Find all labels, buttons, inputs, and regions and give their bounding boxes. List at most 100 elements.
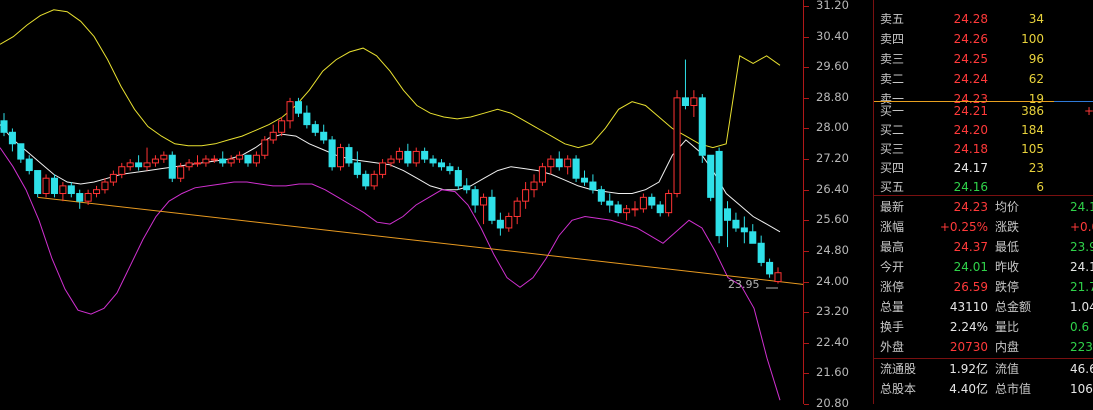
axis-tickmark bbox=[804, 373, 809, 375]
stat-label: 跌停 bbox=[995, 280, 1020, 294]
ask-label: 卖二 bbox=[880, 72, 905, 86]
stat-label: 换手 bbox=[880, 320, 905, 334]
bid-row: 买五 24.16 6 bbox=[874, 177, 1093, 197]
candle-body bbox=[370, 173, 378, 187]
candle-body bbox=[17, 143, 25, 160]
axis-tick-label: 29.60 bbox=[816, 59, 849, 74]
candle-body bbox=[345, 147, 353, 164]
axis-tickmark bbox=[804, 342, 809, 344]
kline-chart[interactable]: 23.95 bbox=[0, 0, 813, 404]
candle-body bbox=[395, 150, 403, 160]
candle-body bbox=[244, 154, 252, 164]
axis-tickmark bbox=[804, 250, 809, 252]
stat-label: 流值 bbox=[995, 362, 1020, 376]
candle-body bbox=[412, 150, 420, 164]
candle-body bbox=[715, 150, 723, 237]
candle-body bbox=[118, 166, 126, 175]
stat-label: 总股本 bbox=[880, 382, 917, 396]
candle-body bbox=[168, 154, 176, 179]
candle-body bbox=[538, 166, 546, 183]
candle-body bbox=[101, 181, 109, 191]
stat-row: 外盘 20730 内盘 2238 bbox=[874, 337, 1093, 357]
axis-tickmark bbox=[804, 159, 809, 161]
bid-volume: 184 bbox=[1021, 123, 1044, 137]
candle-body bbox=[665, 193, 673, 214]
stat-value: 26.59 bbox=[953, 280, 988, 294]
axis-tickmark bbox=[804, 97, 809, 99]
candle-body bbox=[673, 97, 681, 195]
candle-body bbox=[8, 131, 16, 145]
ask-price: 24.25 bbox=[953, 52, 988, 66]
ask-row: 卖四 24.26 100 bbox=[874, 29, 1093, 49]
axis-tick-label: 26.40 bbox=[816, 181, 849, 196]
bid-label: 买三 bbox=[880, 142, 905, 156]
candle-body bbox=[454, 170, 462, 187]
candle-body bbox=[320, 131, 328, 141]
candle-body bbox=[597, 189, 605, 202]
candle-body bbox=[564, 158, 572, 168]
ask-volume: 100 bbox=[1021, 32, 1044, 46]
section-divider bbox=[874, 195, 1093, 196]
stat-value: +0.0 bbox=[1070, 220, 1093, 234]
bid-volume: 23 bbox=[1028, 161, 1044, 175]
candle-body bbox=[732, 219, 740, 229]
candle-body bbox=[387, 158, 395, 164]
candle-body bbox=[59, 185, 67, 195]
candle-body bbox=[353, 162, 361, 175]
bid-row: 买一 24.21 386 +1 bbox=[874, 101, 1093, 121]
bid-label: 买五 bbox=[880, 180, 905, 194]
bid-label: 买一 bbox=[880, 104, 905, 118]
stat-value: 46.64 bbox=[1070, 362, 1093, 376]
candle-body bbox=[379, 162, 387, 175]
candle-body bbox=[294, 101, 302, 114]
bid-change: +1 bbox=[1084, 104, 1093, 118]
stat-value: 24.23 bbox=[953, 200, 988, 214]
candle-body bbox=[522, 189, 530, 202]
candle-body bbox=[757, 242, 765, 263]
stat-label: 外盘 bbox=[880, 340, 905, 354]
bid-price: 24.16 bbox=[953, 180, 988, 194]
candle-body bbox=[42, 177, 50, 195]
candle-body bbox=[269, 131, 277, 141]
candle-body bbox=[0, 120, 8, 133]
kline-svg bbox=[0, 9, 813, 401]
stat-row: 涨停 26.59 跌停 21.7 bbox=[874, 277, 1093, 297]
stat-value: 21.7 bbox=[1070, 280, 1093, 294]
candle-body bbox=[488, 196, 496, 221]
candle-body bbox=[210, 158, 218, 161]
stat-value: 1.04 bbox=[1070, 300, 1093, 314]
candle-body bbox=[202, 158, 210, 164]
stat-value: 24.1 bbox=[1070, 200, 1093, 214]
stat-value: 2.24% bbox=[949, 320, 988, 334]
candle-body bbox=[93, 189, 101, 195]
candle-body bbox=[25, 158, 33, 172]
bid-row: 买三 24.18 105 bbox=[874, 139, 1093, 159]
stat-row: 总股本 4.40亿总市值 106.72 bbox=[874, 379, 1093, 399]
axis-tickmark bbox=[804, 6, 809, 7]
candle-body bbox=[278, 120, 286, 133]
candle-body bbox=[505, 215, 513, 229]
bid-row: 买二 24.20 184 bbox=[874, 120, 1093, 140]
candle-body bbox=[227, 158, 235, 164]
bid-volume: 105 bbox=[1021, 142, 1044, 156]
candle-body bbox=[421, 150, 429, 160]
ask-row: 卖二 24.24 62 bbox=[874, 69, 1093, 89]
price-axis: 31.20 30.40 29.60 28.80 28.00 27.20 26.40 25.60… bbox=[803, 0, 874, 410]
stat-label: 总市值 bbox=[995, 382, 1032, 396]
bid-price: 24.18 bbox=[953, 142, 988, 156]
ask-label: 卖三 bbox=[880, 52, 905, 66]
bid-price: 24.21 bbox=[953, 104, 988, 118]
candle-body bbox=[219, 158, 227, 164]
last-price-tag: 23.95 bbox=[728, 278, 760, 291]
candle-body bbox=[160, 154, 168, 160]
axis-tick-label: 20.80 bbox=[816, 396, 849, 410]
axis-tick-label: 31.20 bbox=[816, 0, 849, 12]
stat-value: 23.9 bbox=[1070, 240, 1093, 254]
axis-tick-label: 28.80 bbox=[816, 89, 849, 104]
bid-volume: 6 bbox=[1036, 180, 1044, 194]
axis-tick-label: 25.60 bbox=[816, 212, 849, 227]
axis-tick-label: 24.00 bbox=[816, 273, 849, 288]
ask-label: 卖四 bbox=[880, 32, 905, 46]
stat-label: 总金额 bbox=[995, 300, 1032, 314]
lower-band-line bbox=[0, 147, 781, 401]
